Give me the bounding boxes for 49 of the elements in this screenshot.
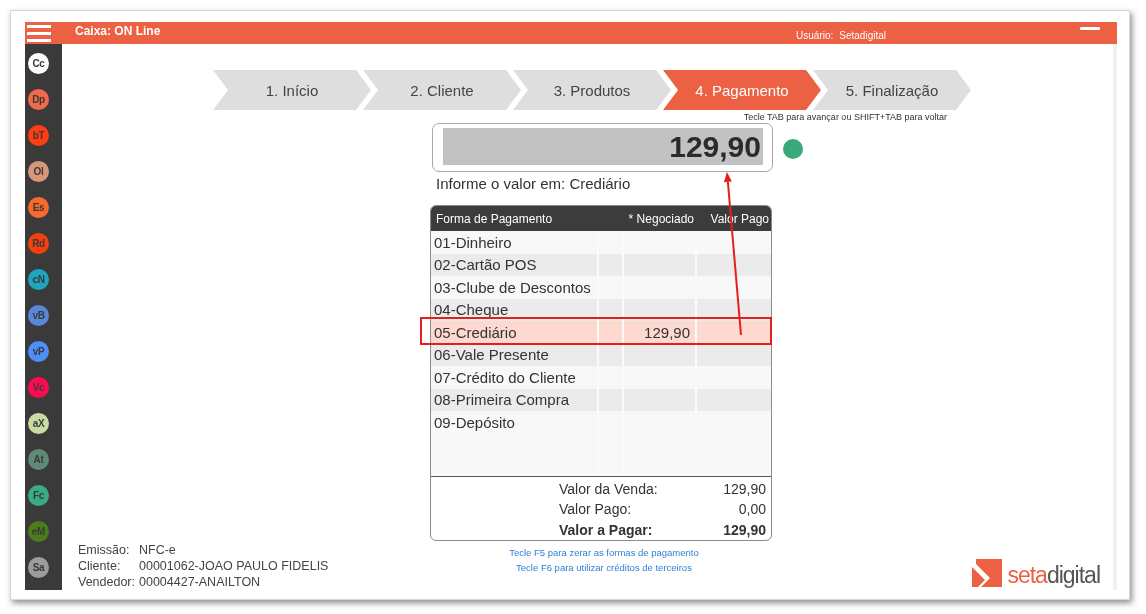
window-title: Caixa: ON Line (75, 23, 161, 38)
info-value: 00001062-JOAO PAULO FIDELIS (139, 558, 329, 574)
column-header: * Negociado (627, 211, 695, 226)
shortcut-button[interactable]: Cc (28, 53, 49, 74)
summary-value: 129,90 (723, 520, 766, 540)
summary-value: 129,90 (723, 479, 766, 499)
table-cell: 05-Crediário (431, 321, 599, 344)
shortcut-button[interactable]: Sa (28, 557, 49, 578)
shortcut-button[interactable]: Es (28, 197, 49, 218)
menu-icon[interactable] (27, 24, 51, 42)
step-tab[interactable]: 3. Produtos (513, 70, 671, 110)
shortcut-button[interactable]: aX (28, 413, 49, 434)
summary-label: Valor da Venda: (559, 479, 658, 499)
table-row[interactable]: 01-Dinheiro (431, 231, 771, 254)
shortcut-button[interactable]: Fc (28, 485, 49, 506)
info-value: NFC-e (139, 542, 176, 558)
table-row[interactable]: 02-Cartão POS (431, 253, 771, 276)
shortcut-button[interactable]: Dp (28, 89, 49, 110)
step-tab[interactable]: 5. Finalização (813, 70, 971, 110)
shortcut-hint: Tecle F5 para zerar as formas de pagamento (509, 546, 699, 560)
table-row[interactable]: 06-Vale Presente (431, 343, 771, 366)
amount-field[interactable]: 129,90 (443, 128, 763, 165)
summary-label: Valor a Pagar: (559, 520, 653, 540)
column-header: Forma de Pagamento (435, 211, 554, 226)
table-row[interactable]: 03-Clube de Descontos (431, 276, 771, 299)
table-row[interactable]: 05-Crediário 129,90 (431, 321, 771, 344)
shortcut-button[interactable]: vP (28, 341, 49, 362)
summary-label: Valor Pago: (559, 500, 632, 519)
table-row[interactable]: 09-Depósito (431, 411, 771, 434)
step-tab[interactable]: 1. Início (213, 70, 371, 110)
logo-mark-icon (972, 559, 1003, 587)
user-name: Setadigital (839, 30, 886, 43)
shortcut-hint: Tecle F6 para utilizar créditos de terceiros (516, 561, 692, 575)
prompt-text: Informe o valor em: Crediário (436, 175, 631, 192)
table-row[interactable]: 07-Crédito do Cliente (431, 366, 771, 389)
info-label: Emissão: (78, 542, 131, 558)
info-value: 00004427-ANAILTON (139, 574, 261, 590)
navigation-hint: Tecle TAB para avançar ou SHIFT+TAB para voltar (743, 112, 947, 123)
status-dot-icon (783, 139, 803, 159)
info-label: Cliente: (78, 558, 122, 574)
table-row[interactable]: 08-Primeira Compra (431, 388, 771, 411)
brand-logo-text: setadigital (1007, 563, 1100, 587)
summary-value: 0,00 (738, 500, 766, 519)
user-label: Usuário: (796, 30, 834, 43)
shortcut-button[interactable]: cN (28, 269, 49, 290)
table-cell: 129,90 (644, 323, 690, 341)
shortcut-button[interactable]: Ol (28, 161, 49, 182)
info-label: Vendedor: (78, 574, 136, 590)
step-tab[interactable]: 2. Cliente (363, 70, 521, 110)
